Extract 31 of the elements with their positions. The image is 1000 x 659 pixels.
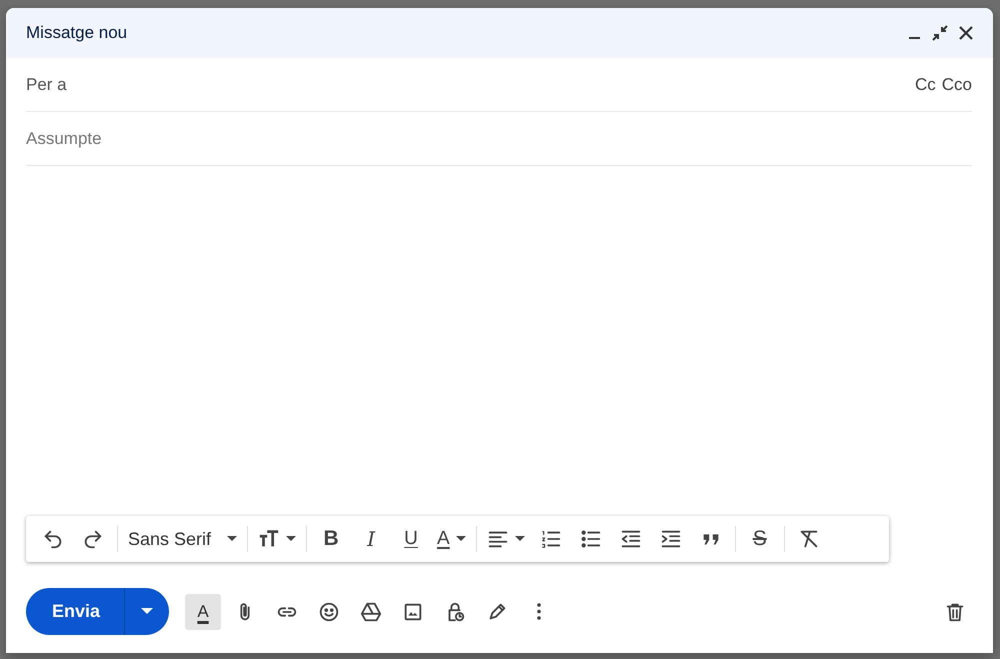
bcc-link[interactable]: Cco [936,74,972,94]
indent-more-icon [660,528,682,550]
bold-button[interactable]: B [312,522,350,556]
exit-full-screen-icon [931,24,949,42]
text-color-letter: A [437,528,450,550]
numbered-list-icon [540,528,562,550]
underline-button[interactable]: U [392,522,430,556]
more-icon [537,603,542,620]
bulleted-list-icon [580,528,602,550]
remove-formatting-icon [798,528,820,550]
font-dropdown[interactable]: Sans Serif [123,522,242,556]
caret-icon [514,536,525,542]
formatting-options-button[interactable]: A [185,594,222,630]
send-button[interactable]: Envia [26,588,126,635]
caret-icon [227,536,238,542]
strikethrough-button[interactable]: S [740,522,779,556]
text-color-button[interactable]: A [432,522,471,556]
window-title: Missatge nou [26,23,128,43]
italic-button[interactable]: I [352,522,390,556]
triangle-icon [360,600,382,622]
smiley-icon [318,600,340,622]
minimize-icon [908,37,920,39]
close-icon [959,26,973,40]
font-name: Sans Serif [128,528,212,550]
indent-less-icon [620,528,642,550]
redo-icon [82,528,104,550]
caret-icon [141,608,154,615]
caret-icon [456,536,466,542]
caret-icon [286,536,296,542]
cc-link[interactable]: Cc [908,74,936,94]
undo-icon [42,528,64,550]
